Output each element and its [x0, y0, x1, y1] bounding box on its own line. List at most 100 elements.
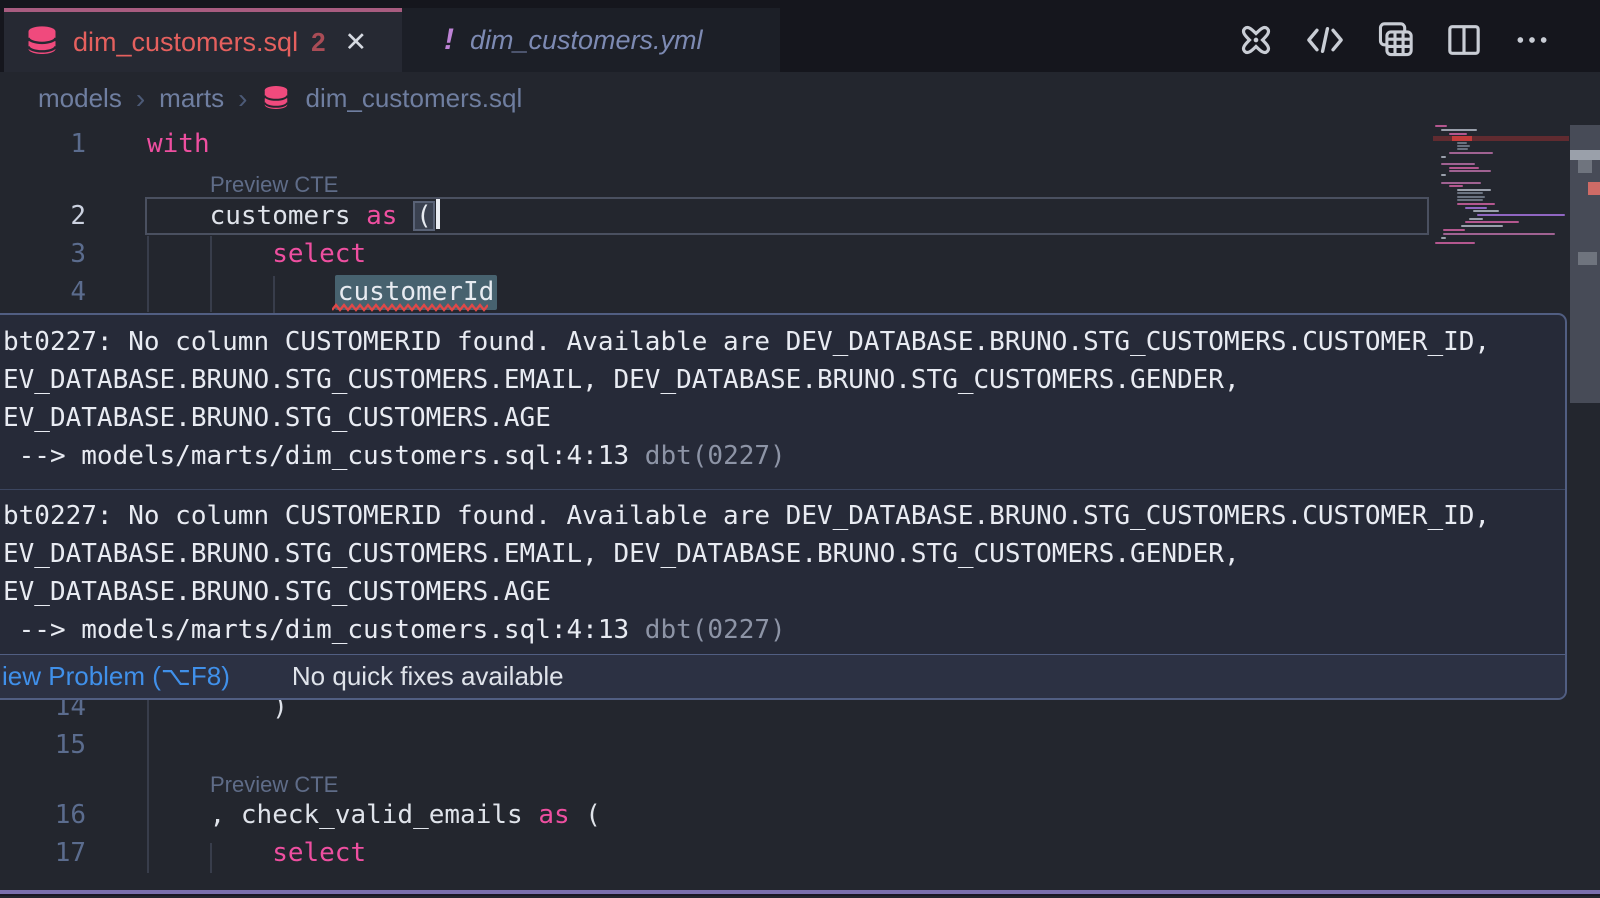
minimap-line — [1457, 145, 1470, 147]
tab-label: dim_customers.yml — [470, 25, 703, 56]
diagnostic-text-line: bt0227: No column CUSTOMERID found. Avai… — [3, 323, 1565, 361]
line-number[interactable]: 3 — [0, 235, 86, 273]
minimap-line — [1449, 185, 1463, 187]
minimap-line — [1449, 133, 1467, 135]
breadcrumb: models › marts › dim_customers.sql — [38, 72, 522, 125]
minimap-line — [1469, 218, 1483, 220]
minimap-line — [1457, 196, 1485, 198]
line-number[interactable]: 15 — [0, 726, 86, 764]
minimap-line — [1457, 189, 1491, 191]
scrollbar-error-mark — [1588, 182, 1600, 195]
diagnostic-location: --> models/marts/dim_customers.sql:4:13 — [3, 615, 645, 645]
minimap-line — [1465, 221, 1519, 223]
minimap-line — [1449, 167, 1479, 169]
database-icon — [24, 24, 60, 60]
panel-divider — [0, 890, 1600, 896]
minimap-line — [1441, 237, 1446, 239]
minimap-line — [1477, 214, 1565, 216]
diagnostic-location: --> models/marts/dim_customers.sql:4:13 — [3, 441, 645, 471]
dbt-logo-icon[interactable] — [1236, 20, 1276, 60]
diagnostic-text-line: EV_DATABASE.BRUNO.STG_CUSTOMERS.EMAIL, D… — [3, 361, 1565, 399]
matched-bracket: ( — [413, 201, 435, 231]
minimap-line — [1457, 142, 1467, 144]
minimap-line — [1473, 210, 1499, 212]
minimap-line — [1461, 225, 1503, 227]
diagnostic-message: bt0227: No column CUSTOMERID found. Avai… — [0, 490, 1565, 649]
error-hover-panel: bt0227: No column CUSTOMERID found. Avai… — [0, 313, 1567, 700]
tab-dim-customers-yml[interactable]: ! dim_customers.yml — [402, 8, 780, 72]
line-number[interactable]: 17 — [0, 834, 86, 872]
minimap-line — [1441, 174, 1446, 176]
code-token: ( — [570, 800, 601, 830]
minimap-line — [1441, 163, 1475, 165]
diagnostic-text-line: EV_DATABASE.BRUNO.STG_CUSTOMERS.AGE — [3, 399, 1565, 437]
scrollbar-mark — [1578, 160, 1592, 173]
line-number[interactable]: 1 — [0, 125, 86, 163]
minimap-line — [1435, 125, 1447, 127]
code-line-4[interactable]: 4customerId — [0, 273, 1600, 311]
code-token — [397, 201, 413, 231]
minimap-error-token — [1452, 136, 1472, 141]
tab-bar: dim_customers.sql 2 ✕ ! dim_customers.ym… — [0, 0, 1600, 72]
chevron-right-icon: › — [238, 83, 247, 115]
minimap-line — [1441, 156, 1446, 158]
diagnostic-message: bt0227: No column CUSTOMERID found. Avai… — [0, 315, 1565, 475]
code-token: with — [147, 129, 210, 159]
minimap-line — [1443, 229, 1465, 231]
minimap-line — [1441, 182, 1481, 184]
indent-guide — [210, 236, 212, 312]
code-line-15[interactable]: 15 — [0, 726, 1600, 764]
line-number[interactable]: 4 — [0, 273, 86, 311]
code-token: as — [538, 800, 569, 830]
code-icon[interactable] — [1304, 21, 1346, 59]
minimap-line — [1457, 192, 1483, 194]
diagnostic-source: dbt(0227) — [645, 441, 786, 471]
indent-guide — [273, 276, 275, 313]
diagnostic-text-line: EV_DATABASE.BRUNO.STG_CUSTOMERS.AGE — [3, 573, 1565, 611]
indent-guide — [147, 236, 149, 312]
diagnostic-text-line: bt0227: No column CUSTOMERID found. Avai… — [3, 497, 1565, 535]
tab-label: dim_customers.sql — [73, 27, 298, 58]
no-quick-fixes-text: No quick fixes available — [292, 661, 564, 692]
line-number[interactable]: 16 — [0, 796, 86, 834]
code-line-3[interactable]: 3 select — [0, 235, 1600, 273]
code-line-2[interactable]: 2 customers as ( — [0, 197, 1600, 235]
split-editor-icon[interactable] — [1444, 20, 1484, 60]
breadcrumb-item-marts[interactable]: marts — [159, 83, 224, 114]
minimap-line — [1457, 203, 1495, 205]
diagnostic-source: dbt(0227) — [645, 615, 786, 645]
view-problem-link[interactable]: iew Problem (⌥F8) — [2, 661, 230, 692]
minimap-line — [1457, 199, 1483, 201]
minimap-line — [1435, 242, 1475, 244]
chevron-right-icon: › — [136, 83, 145, 115]
breadcrumb-item-models[interactable]: models — [38, 83, 122, 114]
code-line-1[interactable]: 1 with — [0, 125, 1600, 163]
editor-actions — [1236, 18, 1552, 62]
problems-count-badge: 2 — [311, 27, 325, 58]
code-line-16[interactable]: 16 , check_valid_emails as ( — [0, 796, 1600, 834]
scrollbar-mark — [1578, 252, 1597, 265]
code-token: as — [366, 201, 397, 231]
breadcrumb-item-file[interactable]: dim_customers.sql — [305, 83, 522, 114]
hover-status-bar: iew Problem (⌥F8) No quick fixes availab… — [0, 654, 1565, 698]
minimap-line — [1443, 233, 1555, 235]
minimap-line — [1449, 152, 1493, 154]
code-token: select — [272, 838, 366, 868]
code-token: , check_valid_emails — [210, 800, 539, 830]
codelens-preview-cte[interactable]: Preview CTE — [210, 170, 338, 200]
code-token: customers — [210, 201, 367, 231]
close-icon[interactable]: ✕ — [345, 27, 368, 58]
query-results-table-icon[interactable] — [1374, 19, 1416, 61]
minimap-line — [1441, 129, 1477, 131]
code-line-17[interactable]: 17 select — [0, 834, 1600, 872]
minimap-line — [1457, 148, 1468, 150]
diagnostic-text-line: EV_DATABASE.BRUNO.STG_CUSTOMERS.EMAIL, D… — [3, 535, 1565, 573]
minimap[interactable] — [1433, 120, 1569, 310]
code-token: select — [272, 239, 366, 269]
minimap-line — [1449, 170, 1491, 172]
tab-dim-customers-sql[interactable]: dim_customers.sql 2 ✕ — [4, 8, 402, 72]
more-actions-icon[interactable] — [1512, 20, 1552, 60]
error-squiggle-icon — [332, 303, 488, 313]
scrollbar-mark — [1570, 150, 1600, 160]
line-number[interactable]: 2 — [0, 197, 86, 235]
